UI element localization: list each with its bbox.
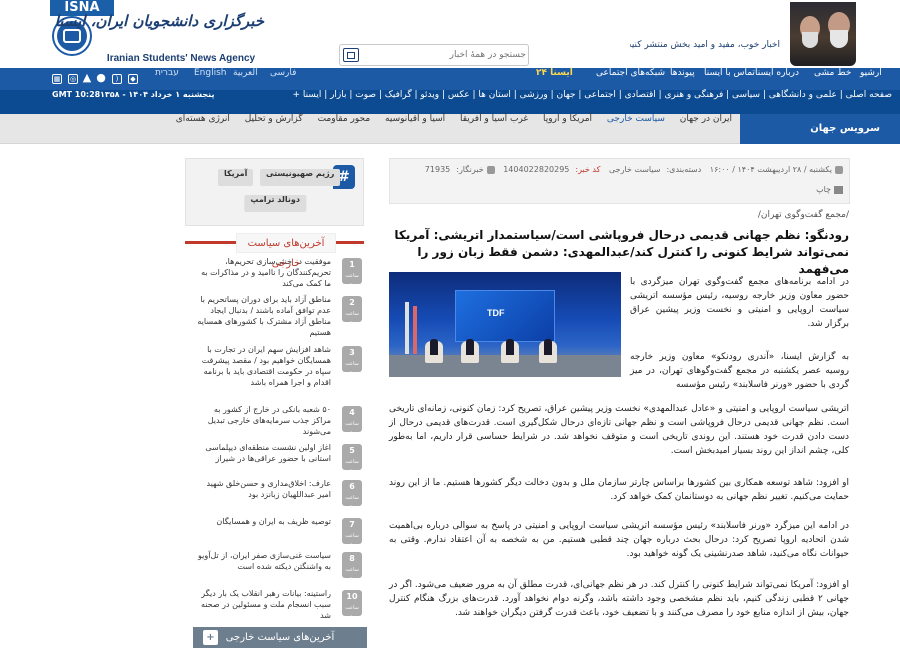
list-item[interactable]: 2 ساعت قبل مناطق آزاد باید برای دوران پسا… (185, 292, 364, 337)
category-nav: صفحه اصلی | علمی و دانشگاهی | سیاسی | فر… (0, 90, 900, 114)
section-link-america-europe[interactable]: آمریکا و اروپا (543, 114, 592, 124)
gmt-time: GMT 10:28 (52, 90, 101, 99)
section-link-west-asia-africa[interactable]: غرب آسیا و آفریقا (460, 114, 528, 124)
list-item[interactable]: 3 ساعت قبل شاهد افزایش سهم ایران در تجارت… (185, 342, 364, 387)
list-item-text[interactable]: ۵۰ شعبه بانکی در خارج از کشور به مراکز ج… (193, 404, 331, 437)
current-date: پنجشنبه ۱ خرداد ۱۴۰۴ - ۱۳۵۸ (100, 90, 215, 99)
article-headline: رودنگو: نظم جهانی قدیمی درحال فروپاشی اس… (394, 228, 849, 276)
list-item-text[interactable]: موفقیت در خنثی‌سازی تحریم‌ها، تحریم‌کنند… (193, 256, 331, 289)
photo-caption: TDF (487, 308, 505, 318)
lang-english[interactable]: English (194, 68, 227, 90)
list-item[interactable]: 6 ساعت قبل عارف: اخلاق‌مداری و حسن‌خلق شه… (185, 476, 364, 518)
print-button[interactable]: چاپ (816, 185, 843, 194)
list-item-text[interactable]: راستینه: بیانات رهبر انقلاب یک بار دیگر … (193, 588, 331, 621)
search-box[interactable] (339, 44, 529, 66)
grid-icon[interactable]: ▦ (52, 74, 62, 84)
tag-america[interactable]: آمریکا (218, 169, 254, 186)
article-paragraph: او افزود: شاهد توسعه همکاری بین کشورها ب… (389, 478, 849, 502)
leader-quote: اخبار خوب، مفید و امید بخش منتشر کنید. ر… (630, 40, 780, 50)
article-paragraph: به گزارش ایسنا، «آندری رودنکو» معاون وزی… (630, 352, 849, 390)
list-item-text[interactable]: توصیه ظریف به ایران و همسایگان (193, 516, 331, 527)
bale-icon[interactable]: ◆ (128, 74, 138, 84)
calendar-icon (835, 165, 843, 174)
tag-trump[interactable]: دونالد ترامپ (244, 195, 306, 212)
topnav-archive[interactable]: آرشیو (860, 68, 882, 90)
section-link-asia-oceania[interactable]: آسیا و اقیانوسیه (385, 114, 445, 124)
meta-reporter: 71935 (424, 165, 451, 174)
meta-date: یکشنبه / ۲۸ اردیبهشت ۱۴۰۴ / ۱۶:۰۰ (709, 165, 832, 174)
meta-code-label: کد خبر: (575, 165, 601, 174)
topnav-policy[interactable]: خط مشی (814, 68, 851, 90)
brand-name-fa[interactable]: خبرگزاری دانشجویان ایران، ایسنا (55, 12, 264, 30)
meta-reporter-label: خبرنگار: (456, 165, 484, 174)
topnav-about[interactable]: درباره ایسنا (755, 68, 799, 90)
latest-title: آخرین‌های سیاست خارجی (236, 233, 336, 269)
section-link-foreign-policy[interactable]: سیاست خارجی (607, 114, 665, 124)
list-item-text[interactable]: اغاز اولین نشست منطقه‌ای دیپلماسی استانی… (193, 442, 331, 464)
section-links: ایران در جهان سیاست خارجی آمریکا و اروپا… (164, 114, 732, 144)
list-item[interactable]: 4 ساعت قبل ۵۰ شعبه بانکی در خارج از کشور … (185, 402, 364, 444)
topnav-social[interactable]: شبکه‌های اجتماعی (596, 68, 665, 90)
list-item[interactable]: 10 ساعت قبل راستینه: بیانات رهبر انقلاب ی… (185, 586, 364, 624)
meta-category-label: دسته‌بندی: (666, 165, 702, 174)
apple-icon[interactable]: ● (96, 72, 106, 84)
android-icon[interactable]: ▲ (82, 72, 92, 84)
latest-more-button[interactable]: + آخرین‌های سیاست خارجی (193, 627, 367, 648)
article-paragraph: در ادامه این میزگرد «ورنر فاسلابند» رئیس… (389, 521, 849, 559)
article-paragraph: او افزود: آمریکا نمی‌تواند شرایط کنونی ر… (389, 580, 849, 618)
section-bar: سرویس جهان ایران در جهان سیاست خارجی آمر… (0, 114, 900, 144)
section-link-analysis[interactable]: گزارش و تحلیل (245, 114, 303, 124)
topnav-contact[interactable]: تماس با ایسنا (704, 68, 755, 90)
hour-badge: 4 ساعت قبل (342, 406, 362, 437)
print-icon (834, 185, 843, 194)
calendar-icon[interactable] (343, 48, 359, 62)
section-link-nuclear[interactable]: انرژی هسته‌ای (176, 114, 230, 124)
instagram-icon[interactable]: ◎ (68, 74, 78, 84)
section-title[interactable]: سرویس جهان (740, 114, 900, 144)
hour-badge: 5 ساعت قبل (342, 444, 362, 475)
page: ISNA خبرگزاری دانشجویان ایران، ایسنا Ira… (0, 0, 900, 648)
hour-badge: 1 ساعت قبل (342, 258, 362, 289)
microphone-icon (486, 165, 495, 174)
article-meta: یکشنبه / ۲۸ اردیبهشت ۱۴۰۴ / ۱۶:۰۰ دسته‌ب… (389, 158, 850, 204)
list-item-text[interactable]: سیاست غنی‌سازی صفر ایران، از تل‌آویو به … (193, 550, 331, 572)
plus-icon: + (203, 630, 218, 645)
hour-badge: 7 ساعت قبل (342, 518, 362, 549)
meta-row: یکشنبه / ۲۸ اردیبهشت ۱۴۰۴ / ۱۶:۰۰ دسته‌ب… (419, 165, 843, 174)
category-links[interactable]: صفحه اصلی | علمی و دانشگاهی | سیاسی | فر… (292, 90, 892, 114)
latest-list: 1ساعت قبل موفقیت در خنثی‌سازی تحریم‌ها، … (185, 254, 364, 624)
article-paragraph: در ادامه برنامه‌های مجمع گفت‌وگوی تهران … (630, 277, 849, 329)
site-header: ISNA خبرگزاری دانشجویان ایران، ایسنا Ira… (0, 0, 900, 68)
hour-badge: 6 ساعت قبل (342, 480, 362, 511)
search-input[interactable] (366, 45, 526, 65)
print-label: چاپ (816, 185, 831, 194)
meta-category[interactable]: سیاست خارجی (609, 165, 661, 174)
section-link-resistance[interactable]: محور مقاومت (318, 114, 371, 124)
list-item-text[interactable]: مناطق آزاد باید برای دوران پساتحریم با ع… (193, 294, 331, 338)
top-nav: ▦ ◎ ▲ ● ) ◆ עברית English العربية فارسی … (0, 68, 900, 90)
list-item-text[interactable]: شاهد افزایش سهم ایران در تجارت با همسایگ… (193, 344, 331, 388)
list-item[interactable]: 8 ساعت قبل سیاست غنی‌سازی صفر ایران، از ت… (185, 548, 364, 590)
lang-arabic[interactable]: العربية (233, 68, 258, 90)
article-paragraph: اتریشی سیاست اروپایی و امنیتی و «عادل عب… (389, 404, 849, 456)
article-photo[interactable]: TDF (389, 272, 621, 377)
rss-icon[interactable]: ) (112, 74, 122, 84)
topnav-links[interactable]: پیوندها (670, 68, 695, 90)
brand-name-en[interactable]: Iranian Students' News Agency (96, 53, 266, 64)
hour-badge: 8 ساعت قبل (342, 552, 362, 583)
hour-badge: 10 ساعت قبل (342, 590, 362, 621)
lang-hebrew[interactable]: עברית (155, 68, 179, 90)
latest-more-label: آخرین‌های سیاست خارجی (225, 632, 335, 643)
breadcrumb[interactable]: /مجمع گفت‌وگوی تهران/ (389, 210, 849, 220)
list-item-text[interactable]: عارف: اخلاق‌مداری و حسن‌خلق شهید امیر عب… (193, 478, 331, 500)
meta-code: 1404022820295 (503, 165, 570, 174)
tag-zionist[interactable]: رژیم صهیونیستی (260, 169, 341, 186)
lang-farsi[interactable]: فارسی (270, 68, 296, 90)
tags-box: # رژیم صهیونیستی آمریکا دونالد ترامپ (185, 158, 364, 226)
hour-badge: 2 ساعت قبل (342, 296, 362, 327)
section-link-iran-world[interactable]: ایران در جهان (680, 114, 732, 124)
leaders-photo (790, 2, 856, 66)
isna24-link[interactable]: ایسنا ۲۴ (536, 68, 573, 90)
hour-badge: 3 ساعت قبل (342, 346, 362, 377)
